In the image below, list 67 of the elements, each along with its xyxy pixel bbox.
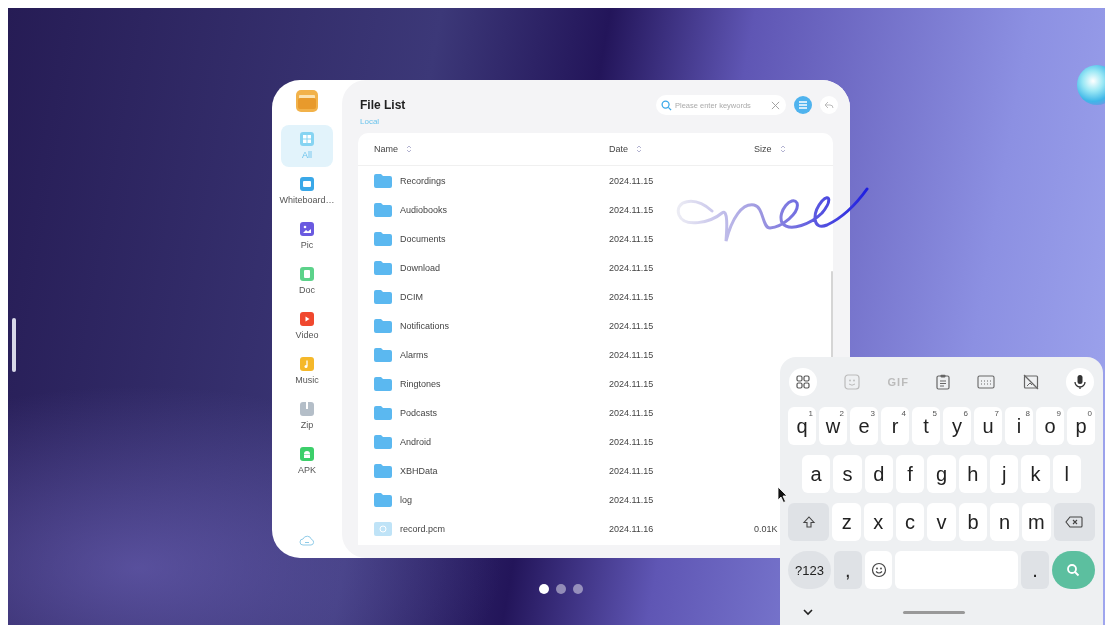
file-date: 2024.11.15 — [609, 204, 655, 215]
file-date: 2024.11.16 — [609, 523, 655, 534]
file-date: 2024.11.15 — [609, 378, 655, 389]
key[interactable]: z — [832, 503, 862, 541]
key[interactable]: f — [896, 455, 925, 493]
file-name[interactable]: Documents — [400, 233, 446, 244]
sidebar-item[interactable]: APK — [281, 440, 333, 482]
column-header[interactable]: Date — [609, 144, 628, 154]
file-name[interactable]: record.pcm — [400, 523, 445, 534]
key[interactable]: w $^{2}$ — [819, 407, 847, 445]
sidebar-item[interactable]: Pic — [281, 215, 333, 257]
column-header[interactable]: Size — [754, 144, 772, 154]
key[interactable]: v — [927, 503, 956, 541]
file-name[interactable]: Recordings — [400, 175, 446, 186]
key[interactable]: o $^{9}$ — [1036, 407, 1064, 445]
punctuation-key[interactable]: , — [834, 551, 862, 589]
column-header[interactable]: Name — [374, 144, 398, 154]
sidebar-item[interactable]: Video — [281, 305, 333, 347]
file-date: 2024.11.15 — [609, 436, 655, 447]
key[interactable]: x — [864, 503, 893, 541]
key[interactable]: c — [895, 503, 925, 541]
file-name[interactable]: DCIM — [400, 291, 423, 302]
key[interactable]: d — [864, 455, 893, 493]
key[interactable]: k — [1021, 455, 1050, 493]
file-name[interactable]: log — [400, 494, 412, 505]
file-name[interactable]: Notifications — [400, 320, 450, 331]
file-date: 2024.11.15 — [609, 320, 655, 331]
page-title: File List — [360, 98, 406, 112]
file-date: 2024.11.15 — [609, 349, 655, 360]
sidebar-item[interactable]: Music — [281, 350, 333, 392]
key[interactable]: h — [958, 455, 987, 493]
key[interactable]: n — [990, 503, 1019, 541]
sidebar-item[interactable]: Whiteboard… — [281, 170, 333, 212]
key[interactable]: q $^{1}$ — [788, 407, 816, 445]
file-date: 2024.11.15 — [609, 407, 655, 418]
key[interactable]: s — [833, 455, 862, 493]
file-name[interactable]: XBHData — [400, 465, 438, 476]
file-name[interactable]: Download — [400, 262, 441, 273]
file-size: 0.01K — [754, 523, 778, 534]
punctuation-key[interactable]: . — [1021, 551, 1049, 589]
file-date: 2024.11.15 — [609, 175, 655, 186]
key[interactable]: b — [958, 503, 988, 541]
sidebar-item[interactable]: Doc — [281, 260, 333, 302]
key[interactable]: g — [927, 455, 956, 493]
key[interactable]: l — [1052, 455, 1081, 493]
sidebar-item[interactable]: Zip — [281, 395, 333, 437]
file-name[interactable]: Alarms — [400, 349, 428, 360]
file-date: 2024.11.15 — [609, 291, 655, 302]
key[interactable]: p $^{0}$ — [1067, 407, 1095, 445]
file-name[interactable]: Audiobooks — [400, 204, 448, 215]
key[interactable]: a — [802, 455, 831, 493]
key[interactable]: t $^{5}$ — [912, 407, 940, 445]
key[interactable]: r $^{4}$ — [881, 407, 909, 445]
file-date: 2024.11.15 — [609, 233, 655, 244]
file-date: 2024.11.15 — [609, 465, 655, 476]
key[interactable]: i $^{8}$ — [1005, 407, 1033, 445]
symbols-key[interactable]: ?123 — [788, 551, 832, 589]
key[interactable]: y $^{6}$ — [943, 407, 971, 445]
key[interactable]: j — [989, 455, 1019, 493]
key[interactable]: e $^{3}$ — [850, 407, 878, 445]
file-date: 2024.11.15 — [609, 262, 655, 273]
key[interactable]: m — [1021, 503, 1051, 541]
key[interactable]: u $^{7}$ — [974, 407, 1002, 445]
file-name[interactable]: Android — [400, 436, 432, 447]
file-name[interactable]: Podcasts — [400, 407, 438, 418]
file-name[interactable]: Ringtones — [400, 378, 441, 389]
file-date: 2024.11.15 — [609, 494, 655, 505]
